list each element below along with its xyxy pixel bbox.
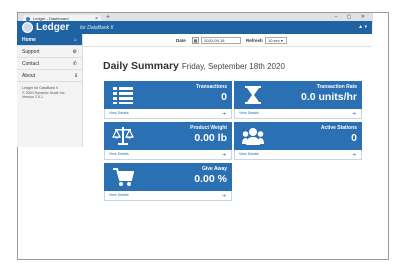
- sidebar: Home ⌂ Support ⚙ Contact ✆ About ℹ Ledge…: [17, 34, 83, 147]
- refresh-label: Refresh: [246, 38, 263, 43]
- card-title: Active Stations: [320, 125, 357, 131]
- card-header: Give Away 0.00 %: [104, 163, 232, 191]
- users-icon: [242, 128, 264, 145]
- sidebar-item-label: Support: [22, 49, 40, 55]
- card-give-away: Give Away 0.00 % View Details ➔: [104, 163, 232, 201]
- card-title: Transactions: [196, 84, 227, 90]
- arrow-right-icon[interactable]: ➔: [222, 191, 226, 200]
- card-title: Product Weight: [190, 125, 227, 131]
- sidebar-item-home[interactable]: Home ⌂: [17, 34, 82, 46]
- card-footer[interactable]: View Details ➔: [104, 109, 232, 119]
- card-title: Transaction Rate: [316, 84, 357, 90]
- info-icon: ℹ: [75, 73, 77, 79]
- date-label: Date: [176, 38, 186, 43]
- view-details-link[interactable]: View Details: [109, 150, 129, 159]
- page-title: Daily Summary Friday, September 18th 2020: [103, 60, 285, 73]
- sidebar-item-label: About: [22, 73, 36, 79]
- arrow-right-icon[interactable]: ➔: [352, 150, 356, 159]
- sidebar-item-contact[interactable]: Contact ✆: [17, 58, 82, 70]
- scale-icon: [112, 127, 134, 145]
- sidebar-item-about[interactable]: About ℹ: [17, 70, 82, 82]
- sidebar-item-label: Home: [22, 37, 36, 43]
- card-title: Give Away: [201, 166, 227, 172]
- card-value: 0.00 %: [194, 173, 227, 185]
- view-details-link[interactable]: View Details: [239, 150, 259, 159]
- card-header: Product Weight 0.00 lb: [104, 122, 232, 150]
- view-details-link[interactable]: View Details: [109, 109, 129, 118]
- app-brand[interactable]: Ledger: [36, 21, 69, 34]
- card-active-stations: Active Stations 0 View Details ➔: [234, 122, 362, 160]
- card-value: 0.00 lb: [194, 132, 227, 144]
- card-header: Transactions 0: [104, 81, 232, 109]
- list-icon: [113, 87, 133, 104]
- phone-icon: ✆: [72, 61, 77, 67]
- card-footer[interactable]: View Details ➔: [234, 109, 362, 119]
- sidebar-item-label: Contact: [22, 61, 40, 67]
- page-date: Friday, September 18th 2020: [181, 62, 285, 71]
- card-product-weight: Product Weight 0.00 lb View Details ➔: [104, 122, 232, 160]
- support-icon: ⚙: [72, 49, 77, 55]
- filter-bar: Date ▦ 2020-09-18 Refresh 10 sec ▾: [83, 34, 372, 47]
- cart-icon: [113, 168, 134, 186]
- sidebar-item-support[interactable]: Support ⚙: [17, 46, 82, 58]
- header-user-menu[interactable]: ▲ ▾: [358, 21, 367, 34]
- app-header: Ledger for DataBank II ▲ ▾: [17, 21, 372, 34]
- hourglass-icon: [245, 86, 261, 104]
- card-value: 0: [351, 132, 357, 144]
- card-footer[interactable]: View Details ➔: [104, 191, 232, 201]
- view-details-link[interactable]: View Details: [239, 109, 259, 118]
- sidebar-footer: Ledger for DataBank II © 2020 Dynamic Sc…: [17, 82, 82, 104]
- card-header: Transaction Rate 0.0 units/hr: [234, 81, 362, 109]
- arrow-right-icon[interactable]: ➔: [222, 150, 226, 159]
- ledger-logo-icon: [22, 22, 33, 33]
- sidebar-footer-line: Version 2.0.1: [22, 95, 43, 100]
- card-transactions: Transactions 0 View Details ➔: [104, 81, 232, 119]
- arrow-right-icon[interactable]: ➔: [222, 109, 226, 118]
- home-icon: ⌂: [73, 37, 77, 43]
- page-title-text: Daily Summary: [103, 60, 179, 72]
- card-transaction-rate: Transaction Rate 0.0 units/hr View Detai…: [234, 81, 362, 119]
- calendar-icon[interactable]: ▦: [192, 37, 199, 44]
- card-header: Active Stations 0: [234, 122, 362, 150]
- arrow-right-icon[interactable]: ➔: [352, 109, 356, 118]
- view-details-link[interactable]: View Details: [109, 191, 129, 200]
- card-value: 0.0 units/hr: [300, 91, 357, 103]
- date-input[interactable]: 2020-09-18: [201, 37, 241, 44]
- card-value: 0: [221, 91, 227, 103]
- refresh-select[interactable]: 10 sec ▾: [265, 37, 287, 44]
- card-footer[interactable]: View Details ➔: [104, 150, 232, 160]
- card-footer[interactable]: View Details ➔: [234, 150, 362, 160]
